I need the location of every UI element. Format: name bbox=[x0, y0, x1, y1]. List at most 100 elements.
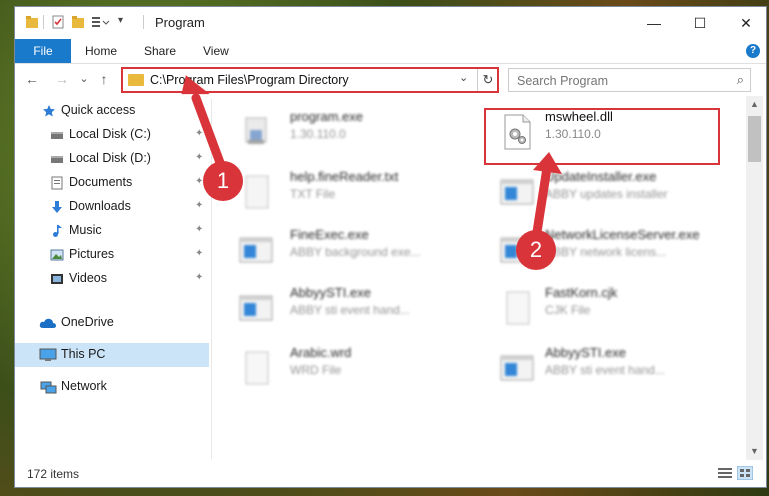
details-view-icon[interactable] bbox=[717, 466, 733, 480]
file-name: AbbyySTI.exe bbox=[545, 345, 626, 360]
sidebar-item-label: Downloads bbox=[69, 199, 131, 213]
address-path[interactable]: C:\Program Files\Program Directory bbox=[150, 73, 349, 87]
scroll-up-arrow-icon[interactable]: ▲ bbox=[746, 96, 763, 113]
sidebar-item-label: Documents bbox=[69, 175, 133, 189]
recent-locations-button[interactable]: ⌄ bbox=[75, 70, 93, 88]
tab-home[interactable]: Home bbox=[85, 39, 117, 63]
file-name: FineExec.exe bbox=[290, 227, 369, 242]
list-item[interactable]: AbbyySTI.exe ABBY sti event hand... bbox=[212, 282, 452, 330]
address-dropdown-icon[interactable]: ⌄ bbox=[459, 71, 468, 84]
pin-icon[interactable]: ✦ bbox=[195, 128, 203, 139]
tab-view[interactable]: View bbox=[203, 39, 229, 63]
new-folder-icon[interactable] bbox=[71, 15, 85, 29]
refresh-button[interactable]: ↻ bbox=[477, 69, 498, 91]
tab-file[interactable]: File bbox=[15, 39, 71, 63]
file-list: program.exe 1.30.110.0 mswheel.dll 1.30.… bbox=[212, 96, 746, 460]
pin-icon[interactable]: ✦ bbox=[195, 248, 203, 259]
navigation-bar: ← → ⌄ ↑ C:\Program Files\Program Directo… bbox=[15, 64, 766, 96]
close-button[interactable]: ✕ bbox=[723, 7, 766, 39]
file-description: ABBY sti event hand... bbox=[290, 303, 410, 317]
minimize-button[interactable]: — bbox=[631, 7, 677, 39]
sidebar-item-label: Pictures bbox=[69, 247, 115, 261]
large-icons-view-icon[interactable] bbox=[737, 466, 753, 480]
maximize-button[interactable]: ☐ bbox=[677, 7, 723, 39]
sidebar-item-label: Quick access bbox=[61, 103, 136, 117]
pin-icon[interactable]: ✦ bbox=[195, 272, 203, 283]
sidebar-item-label: This PC bbox=[61, 347, 106, 361]
computer-icon bbox=[39, 348, 57, 361]
highlight-box-mswheel bbox=[484, 108, 720, 165]
file-name: program.exe bbox=[290, 109, 363, 124]
sidebar-item-this-pc[interactable]: This PC bbox=[15, 343, 209, 367]
file-description: ABBY updates installer bbox=[545, 187, 668, 201]
file-name: NetworkLicenseServer.exe bbox=[545, 227, 700, 242]
sidebar-item-network[interactable]: Network bbox=[15, 375, 209, 399]
help-icon[interactable]: ? bbox=[746, 44, 760, 58]
list-item[interactable]: help.fineReader.txt TXT File bbox=[212, 166, 452, 214]
sidebar-item-label: Videos bbox=[69, 271, 107, 285]
sidebar-item-downloads[interactable]: Downloads ✦ bbox=[15, 195, 209, 219]
list-item[interactable]: FastKorn.cjk CJK File bbox=[487, 282, 727, 330]
list-item[interactable]: FineExec.exe ABBY background exe... bbox=[212, 224, 452, 272]
installer-icon bbox=[245, 117, 267, 144]
qa-dropdown-icon[interactable]: ▾ bbox=[118, 15, 128, 29]
search-input[interactable] bbox=[515, 72, 719, 90]
file-name: AbbyySTI.exe bbox=[290, 285, 371, 300]
properties-icon[interactable] bbox=[51, 15, 65, 29]
file-name: Arabic.wrd bbox=[290, 345, 352, 360]
list-item[interactable]: AbbyySTI.exe ABBY sti event hand... bbox=[487, 342, 727, 390]
back-button[interactable]: ← bbox=[23, 70, 41, 88]
tab-share[interactable]: Share bbox=[144, 39, 176, 63]
sidebar-item-label: Music bbox=[69, 223, 102, 237]
file-description: ABBY network licens... bbox=[545, 245, 667, 259]
file-name: help.fineReader.txt bbox=[290, 169, 399, 184]
sidebar-item-pictures[interactable]: Pictures ✦ bbox=[15, 243, 209, 267]
list-item[interactable]: UpdateInstaller.exe ABBY updates install… bbox=[487, 166, 727, 214]
list-item[interactable]: Arabic.wrd WRD File bbox=[212, 342, 452, 390]
item-count: 172 items bbox=[27, 467, 80, 481]
file-description: ABBY background exe... bbox=[290, 245, 421, 259]
sidebar-item-videos[interactable]: Videos ✦ bbox=[15, 267, 209, 291]
title-bar: ▾ Program — ☐ ✕ bbox=[15, 7, 766, 39]
up-button[interactable]: ↑ bbox=[95, 70, 113, 88]
drive-icon bbox=[51, 156, 63, 163]
scroll-thumb[interactable] bbox=[748, 116, 761, 162]
search-box[interactable]: ⌕ bbox=[508, 68, 751, 92]
sidebar-item-music[interactable]: Music ✦ bbox=[15, 219, 209, 243]
star-icon bbox=[43, 105, 55, 117]
sidebar-item-local-disk-d[interactable]: Local Disk (D:) ✦ bbox=[15, 147, 209, 171]
search-icon[interactable]: ⌕ bbox=[737, 72, 744, 88]
blank-file-icon bbox=[506, 291, 530, 325]
documents-icon bbox=[51, 176, 63, 190]
folder-icon[interactable] bbox=[25, 15, 39, 29]
file-type: CJK File bbox=[545, 303, 591, 317]
list-item[interactable]: program.exe 1.30.110.0 bbox=[212, 106, 452, 154]
annotation-badge-1: 1 bbox=[203, 161, 243, 201]
network-icon bbox=[40, 381, 57, 394]
file-description: ABBY sti event hand... bbox=[545, 363, 665, 377]
pin-icon[interactable]: ✦ bbox=[195, 152, 203, 163]
sidebar-item-label: Network bbox=[61, 379, 107, 393]
pin-icon[interactable]: ✦ bbox=[195, 200, 203, 211]
window-app-icon bbox=[500, 179, 534, 205]
address-bar[interactable]: C:\Program Files\Program Directory ⌄ ↻ bbox=[121, 67, 499, 93]
forward-button[interactable]: → bbox=[53, 70, 71, 88]
customize-qa-icon[interactable] bbox=[91, 15, 111, 29]
window-app-icon bbox=[500, 355, 534, 381]
music-icon bbox=[53, 225, 62, 237]
sidebar-item-label: Local Disk (C:) bbox=[69, 127, 151, 141]
qa-separator bbox=[43, 15, 44, 29]
sidebar-item-local-disk-c[interactable]: Local Disk (C:) ✦ bbox=[15, 123, 209, 147]
sidebar-item-quick-access[interactable]: Quick access bbox=[15, 99, 209, 123]
file-type: TXT File bbox=[290, 187, 336, 201]
sidebar-item-onedrive[interactable]: OneDrive bbox=[15, 311, 209, 335]
sidebar-item-documents[interactable]: Documents ✦ bbox=[15, 171, 209, 195]
drive-icon bbox=[51, 132, 63, 139]
scroll-down-arrow-icon[interactable]: ▼ bbox=[746, 443, 763, 460]
window-title: Program bbox=[155, 15, 205, 30]
vertical-scrollbar[interactable]: ▲ ▼ bbox=[746, 96, 763, 460]
pictures-icon bbox=[50, 249, 64, 261]
window-app-icon bbox=[239, 237, 273, 263]
sidebar-item-label: OneDrive bbox=[61, 315, 114, 329]
pin-icon[interactable]: ✦ bbox=[195, 224, 203, 235]
